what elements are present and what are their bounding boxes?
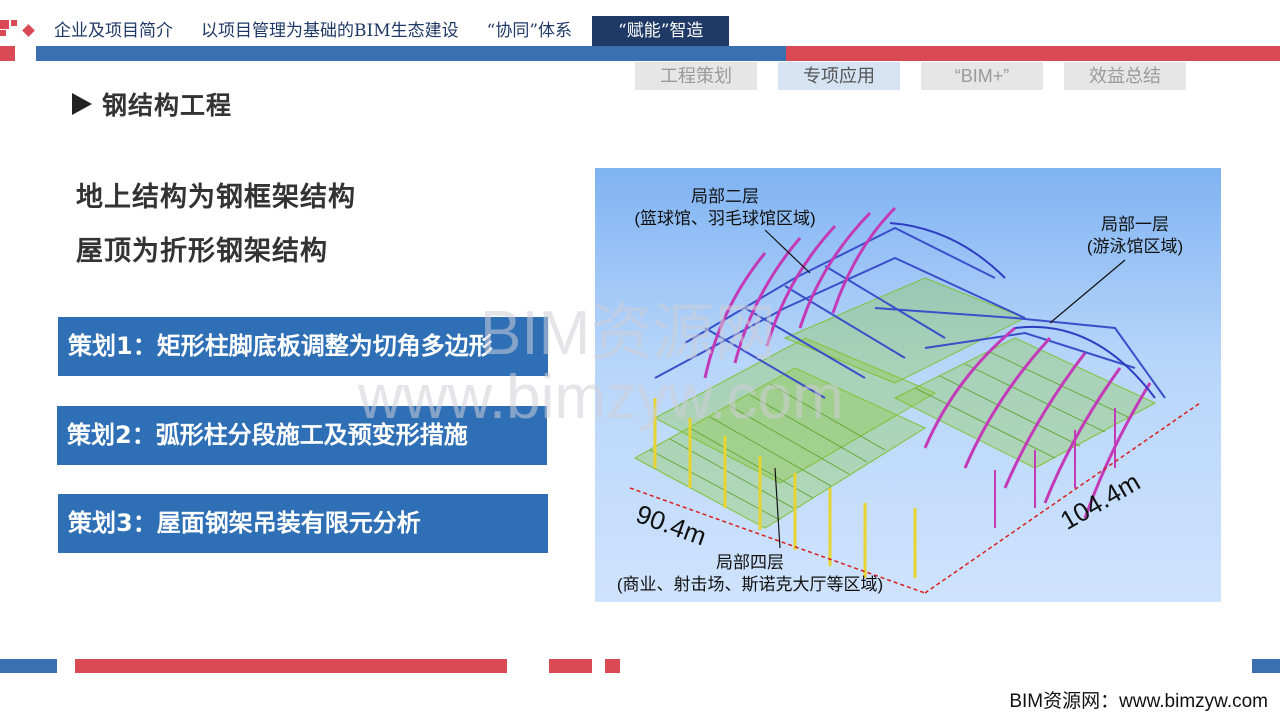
nav-tabs: 企业及项目简介 以项目管理为基础的BIM生态建设 “协同”体系 “赋能”智造	[40, 16, 730, 46]
diamond-icon	[22, 24, 35, 37]
level-4-title: 局部四层	[716, 553, 784, 572]
level-2-title: 局部二层	[691, 187, 759, 206]
sub-tab-bim-plus[interactable]: “BIM+”	[921, 62, 1043, 90]
steel-structure-model-image: 局部二层 (篮球馆、羽毛球馆区域) 局部一层 (游泳馆区域) 局部四层 (商业、…	[595, 168, 1221, 602]
strategy-2-box[interactable]: 策划2：弧形柱分段施工及预变形措施	[57, 406, 547, 465]
figure-label-level-1: 局部一层 (游泳馆区域)	[1065, 214, 1205, 258]
intro-text: 地上结构为钢框架结构 屋顶为折形钢架结构	[76, 180, 356, 288]
nav-tab-collaboration[interactable]: “协同”体系	[473, 16, 586, 46]
nav-tab-bim-ecosystem[interactable]: 以项目管理为基础的BIM生态建设	[187, 16, 473, 46]
sub-tabs: 工程策划 专项应用 “BIM+” 效益总结	[635, 62, 1207, 90]
section-title: 钢结构工程	[102, 91, 233, 120]
figure-label-level-4: 局部四层 (商业、射击场、斯诺克大厅等区域)	[595, 552, 905, 596]
intro-line-1: 地上结构为钢框架结构	[76, 182, 356, 213]
section-heading: 钢结构工程	[72, 86, 232, 122]
sub-tab-planning[interactable]: 工程策划	[635, 62, 757, 90]
strategy-1-box[interactable]: 策划1：矩形柱脚底板调整为切角多边形	[58, 317, 548, 376]
nav-tab-company-intro[interactable]: 企业及项目简介	[40, 16, 187, 46]
nav-tab-empowered-manufacturing[interactable]: “赋能”智造	[592, 16, 730, 46]
strategy-3-box[interactable]: 策划3：屋面钢架吊装有限元分析	[58, 494, 548, 553]
top-navigation: 企业及项目简介 以项目管理为基础的BIM生态建设 “协同”体系 “赋能”智造	[0, 0, 1280, 64]
sub-tab-benefit-summary[interactable]: 效益总结	[1064, 62, 1186, 90]
level-2-detail: (篮球馆、羽毛球馆区域)	[634, 209, 816, 228]
footer-site-text: BIM资源网：www.bimzyw.com	[1009, 691, 1268, 712]
level-4-detail: (商业、射击场、斯诺克大厅等区域)	[616, 575, 884, 594]
figure-label-level-2: 局部二层 (篮球馆、羽毛球馆区域)	[605, 186, 845, 230]
sub-tab-special-application[interactable]: 专项应用	[778, 62, 900, 90]
nav-rule-blue	[36, 46, 786, 61]
play-triangle-icon	[72, 93, 92, 115]
level-1-title: 局部一层	[1101, 215, 1169, 234]
level-1-detail: (游泳馆区域)	[1086, 237, 1184, 256]
intro-line-2: 屋顶为折形钢架结构	[76, 236, 328, 267]
